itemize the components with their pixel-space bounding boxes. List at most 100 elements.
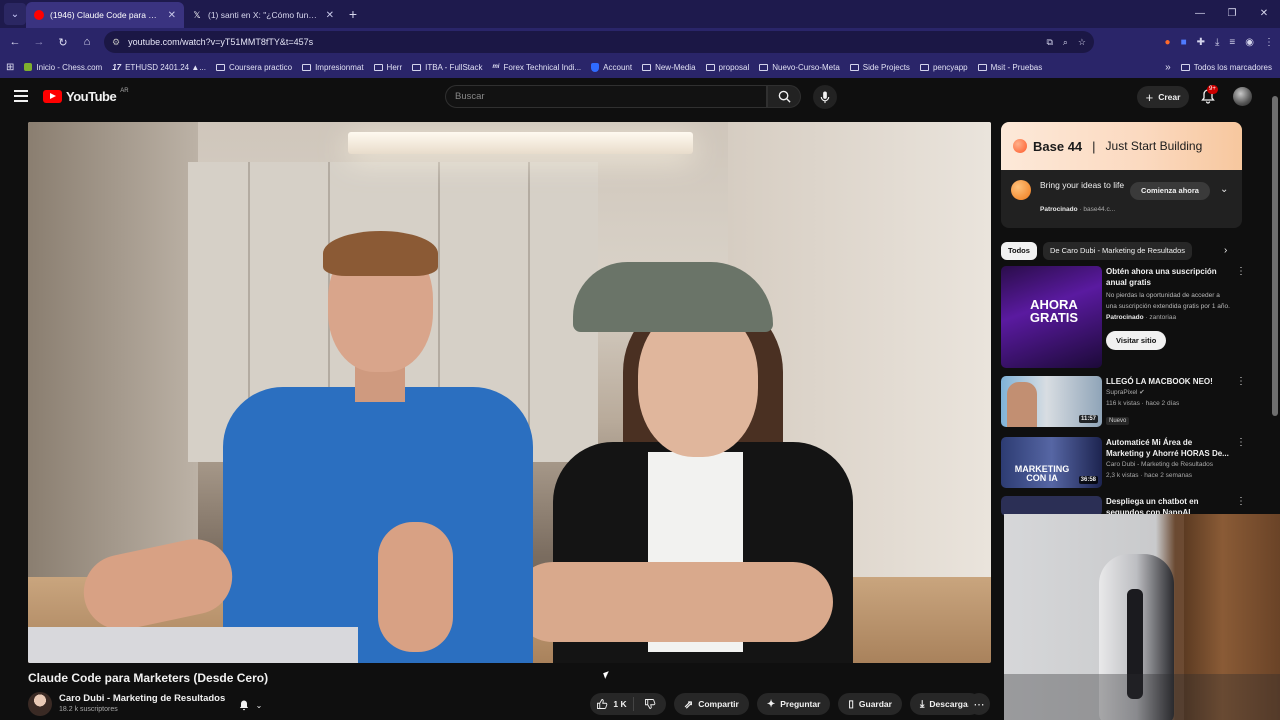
create-button[interactable]: + Crear	[1137, 86, 1189, 108]
chip-all[interactable]: Todos	[1001, 242, 1037, 260]
back-icon[interactable]: ←	[3, 36, 27, 48]
bookmark-itba[interactable]: ITBA - FullStack	[412, 63, 482, 72]
bookmark-herr[interactable]: Herr	[373, 63, 402, 72]
search-input[interactable]: Buscar	[445, 85, 767, 108]
chip-channel[interactable]: De Caro Dubi - Marketing de Resultados	[1042, 242, 1193, 260]
recommendation-title[interactable]: Despliega un chatbot en segundos con Nap…	[1106, 496, 1231, 516]
bookmark-new-media[interactable]: New-Media	[642, 63, 696, 72]
chevron-down-icon[interactable]: ⌄	[1220, 184, 1228, 195]
sponsored-label: Patrocinado	[1106, 314, 1144, 321]
more-options-icon[interactable]: ⋮	[1236, 376, 1246, 387]
minimize-icon[interactable]: —	[1184, 0, 1216, 28]
recommendation-item[interactable]: Despliega un chatbot en segundos con Nap…	[1001, 496, 1246, 516]
tab-search-icon[interactable]: ⌄	[4, 3, 26, 25]
browser-menu-icon[interactable]: ⋮	[1264, 37, 1274, 48]
more-options-icon[interactable]: ⋮	[1236, 437, 1246, 448]
bookmark-ethusd[interactable]: 17 ETHUSD 2401.24 ▲...	[112, 63, 206, 72]
bookmark-label: ETHUSD 2401.24 ▲...	[125, 62, 206, 72]
extension-shield-icon[interactable]: ■	[1181, 37, 1187, 48]
bookmark-impresionmat[interactable]: Impresionmat	[302, 62, 364, 72]
chevron-right-icon[interactable]: ›	[1224, 245, 1227, 256]
bookmark-star-icon[interactable]: ☆	[1078, 37, 1086, 48]
video-title: Claude Code para Marketers (Desde Cero)	[28, 671, 269, 685]
bookmark-coursera[interactable]: Coursera practico	[215, 63, 292, 72]
video-player[interactable]	[28, 122, 991, 663]
all-bookmarks[interactable]: Todos los marcadores	[1180, 63, 1272, 72]
address-bar[interactable]: ⚙ youtube.com/watch?v=yT51MMT8fTY&t=457s…	[104, 31, 1094, 53]
video-duration: 36:58	[1078, 476, 1098, 484]
apps-icon[interactable]: ⊞	[6, 62, 14, 73]
voice-search-button[interactable]	[813, 85, 837, 109]
restore-icon[interactable]: ❐	[1216, 0, 1248, 28]
like-button[interactable]: 1 K	[590, 697, 634, 711]
search-button[interactable]	[767, 85, 801, 108]
recommendation-item[interactable]: MARKETING CON IA 36:58 Automaticé Mi Áre…	[1001, 437, 1246, 489]
more-options-icon[interactable]: ⋮	[1236, 496, 1246, 507]
ad-banner[interactable]: Base 44 | Just Start Building	[1001, 122, 1242, 170]
video-thumbnail[interactable]	[1001, 496, 1102, 516]
ad-domain: base44.c...	[1083, 206, 1116, 213]
sponsored-recommendation[interactable]: AHORA GRATIS Obtén ahora una suscripción…	[1001, 266, 1246, 370]
ad-cta-button[interactable]: Comienza ahora	[1130, 182, 1210, 200]
bookmark-nuevo-curso[interactable]: Nuevo-Curso-Meta	[759, 63, 840, 72]
subscription-bell-button[interactable]: ⌄	[230, 695, 270, 715]
search-icon	[778, 90, 791, 103]
close-tab-icon[interactable]: ✕	[168, 10, 176, 21]
sparkle-icon: ✦	[766, 698, 776, 710]
channel-avatar[interactable]	[28, 692, 52, 716]
recommendation-info: Automaticé Mi Área de Marketing y Ahorré…	[1106, 437, 1231, 481]
youtube-logo[interactable]: YouTube AR	[43, 87, 129, 104]
bookmark-proposal[interactable]: proposal	[705, 63, 749, 72]
sponsored-ad-card[interactable]: Base 44 | Just Start Building Bring your…	[1001, 122, 1242, 228]
save-label: Guardar	[858, 699, 892, 709]
recommendation-channel[interactable]: SupraPixel ✔	[1106, 387, 1231, 398]
folder-icon	[705, 63, 715, 71]
more-bookmarks-icon[interactable]: »	[1165, 62, 1171, 73]
bookmark-pencyapp[interactable]: pencyapp	[919, 63, 968, 72]
video-thumbnail[interactable]: 11:57	[1001, 376, 1102, 427]
account-avatar[interactable]	[1233, 87, 1252, 106]
zoom-icon[interactable]: ⌕	[1063, 37, 1068, 48]
forward-icon[interactable]: →	[27, 36, 51, 48]
bookmark-chess[interactable]: Inicio - Chess.com	[24, 63, 102, 72]
bookmark-msit[interactable]: Msit - Pruebas	[977, 63, 1042, 72]
recommendation-title[interactable]: Automaticé Mi Área de Marketing y Ahorré…	[1106, 437, 1231, 459]
media-icon[interactable]: ≡	[1229, 37, 1235, 48]
url-text: youtube.com/watch?v=yT51MMT8fTY&t=457s	[128, 37, 314, 47]
share-button[interactable]: ⇗ Compartir	[674, 693, 749, 715]
channel-name[interactable]: Caro Dubi - Marketing de Resultados	[59, 693, 225, 704]
new-tab-button[interactable]: +	[342, 6, 364, 22]
site-info-icon[interactable]: ⚙	[112, 37, 120, 48]
more-actions-icon[interactable]: ⋯	[968, 693, 990, 715]
reload-icon[interactable]: ↻	[51, 36, 75, 49]
download-icon[interactable]: ⤓	[1215, 37, 1219, 48]
browser-tab-x[interactable]: 𝕏 (1) santi en X: "¿Cómo funciona ✕	[184, 2, 342, 28]
recommendation-title[interactable]: LLEGÓ LA MACBOOK NEO!	[1106, 376, 1231, 387]
bookmark-label: Impresionmat	[315, 62, 364, 72]
extension-fox-icon[interactable]: ●	[1165, 37, 1171, 48]
bookmark-side-projects[interactable]: Side Projects	[849, 63, 910, 72]
bookmark-account[interactable]: Account	[591, 62, 632, 72]
video-thumbnail[interactable]: MARKETING CON IA 36:58	[1001, 437, 1102, 488]
profile-icon[interactable]: ◉	[1245, 37, 1254, 48]
dislike-button[interactable]	[634, 698, 666, 710]
country-code: AR	[120, 87, 129, 94]
ask-button[interactable]: ✦ Preguntar	[756, 693, 831, 715]
bookmark-forex[interactable]: mi Forex Technical Indi...	[492, 63, 581, 72]
close-tab-icon[interactable]: ✕	[326, 10, 334, 21]
close-window-icon[interactable]: ✕	[1248, 0, 1280, 28]
recommendation-title[interactable]: Obtén ahora una suscripción anual gratis	[1106, 266, 1231, 288]
home-icon[interactable]: ⌂	[75, 36, 99, 48]
install-app-icon[interactable]: ⧉	[1046, 37, 1052, 48]
browser-tab-youtube[interactable]: (1946) Claude Code para Marketers (Desde…	[26, 2, 184, 28]
visit-site-button[interactable]: Visitar sitio	[1106, 331, 1167, 350]
recommendation-item[interactable]: 11:57 LLEGÓ LA MACBOOK NEO! SupraPixel ✔…	[1001, 376, 1246, 428]
sponsored-label: Patrocinado	[1040, 206, 1078, 213]
menu-icon[interactable]	[14, 90, 28, 102]
more-options-icon[interactable]: ⋮	[1236, 266, 1246, 277]
recommendation-channel[interactable]: Caro Dubi - Marketing de Resultados	[1106, 459, 1231, 470]
scrollbar-thumb[interactable]	[1272, 96, 1278, 416]
video-thumbnail[interactable]: AHORA GRATIS	[1001, 266, 1102, 368]
extensions-icon[interactable]: ✚	[1197, 37, 1205, 48]
save-button[interactable]: ▯ Guardar	[838, 693, 902, 715]
